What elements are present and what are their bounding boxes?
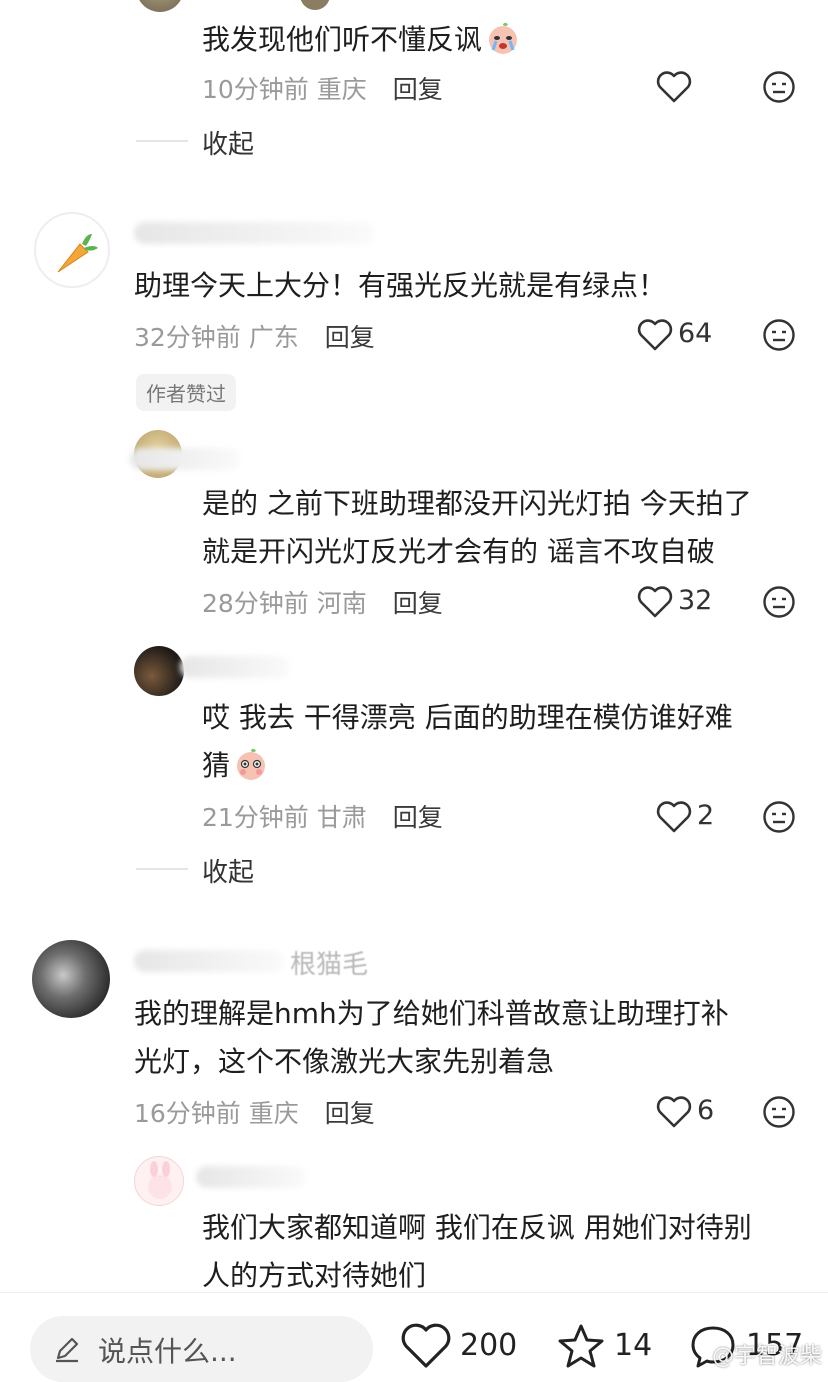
comment-meta: 16分钟前 重庆 回复 xyxy=(134,1094,375,1130)
comment-text: 是的 之前下班助理都没开闪光灯拍 今天拍了 xyxy=(202,487,752,520)
avatar[interactable] xyxy=(134,1156,184,1206)
avatar[interactable] xyxy=(134,646,184,696)
dislike-face-icon[interactable] xyxy=(762,70,796,104)
heart-icon[interactable] xyxy=(637,318,673,352)
comment-text: 助理今天上大分！有强光反光就是有绿点！ xyxy=(134,269,667,302)
like-count: 64 xyxy=(678,318,713,349)
bunny-icon xyxy=(148,1161,172,1199)
heart-icon[interactable] xyxy=(656,800,692,834)
comment-time: 32分钟前 xyxy=(134,323,241,352)
shy-emoji-icon xyxy=(237,748,266,780)
like-heart-icon[interactable] xyxy=(400,1322,452,1370)
username-blurred[interactable] xyxy=(180,656,290,678)
collapse-divider xyxy=(136,868,188,870)
collapse-button[interactable]: 收起 xyxy=(202,124,254,161)
comment-text: 我发现他们听不懂反讽 xyxy=(202,16,520,64)
comment-text: 我们大家都知道啊 我们在反讽 用她们对待别 xyxy=(202,1211,752,1244)
comment-text: 就是开闪光灯反光才会有的 谣言不攻自破 xyxy=(202,535,715,568)
dislike-face-icon[interactable] xyxy=(762,800,796,834)
comment-meta: 21分钟前 甘肃 回复 xyxy=(202,798,443,834)
username-blurred[interactable] xyxy=(130,448,240,470)
comment-time: 16分钟前 xyxy=(134,1099,241,1128)
reply-button[interactable]: 回复 xyxy=(393,589,443,618)
crying-emoji-icon xyxy=(489,22,518,54)
like-count: 6 xyxy=(697,1095,715,1126)
heart-icon[interactable] xyxy=(656,1095,692,1129)
author-liked-badge: 作者赞过 xyxy=(136,374,236,411)
avatar[interactable] xyxy=(300,0,330,10)
reply-button[interactable]: 回复 xyxy=(325,323,375,352)
username-blurred[interactable] xyxy=(134,222,374,244)
username-blurred[interactable] xyxy=(196,1166,306,1188)
avatar[interactable] xyxy=(34,212,110,288)
pencil-icon xyxy=(56,1337,79,1363)
comment-meta: 28分钟前 河南 回复 xyxy=(202,584,443,620)
comment-location: 重庆 xyxy=(316,75,367,104)
comment-time: 21分钟前 xyxy=(202,803,309,832)
username-partial[interactable]: 根猫毛 xyxy=(290,944,368,981)
watermark: @宇智波柴 xyxy=(712,1344,823,1369)
star-icon[interactable] xyxy=(556,1322,606,1370)
comment-input[interactable]: 说点什么... xyxy=(30,1316,373,1382)
comment-location: 重庆 xyxy=(248,1099,299,1128)
post-like-count: 200 xyxy=(460,1328,518,1363)
comment-input-placeholder: 说点什么... xyxy=(98,1335,237,1368)
like-count: 32 xyxy=(678,585,713,616)
post-favorite-count: 14 xyxy=(614,1328,653,1363)
reply-button[interactable]: 回复 xyxy=(325,1099,375,1128)
collapse-button[interactable]: 收起 xyxy=(202,852,254,889)
comment-location: 广东 xyxy=(248,323,299,352)
dislike-face-icon[interactable] xyxy=(762,585,796,619)
comment-meta: 32分钟前 广东 回复 xyxy=(134,318,375,354)
comment-time: 28分钟前 xyxy=(202,589,309,618)
comment-location: 河南 xyxy=(316,589,367,618)
avatar[interactable] xyxy=(32,940,110,1018)
avatar[interactable] xyxy=(136,0,184,12)
heart-icon[interactable] xyxy=(656,70,692,104)
comment-time: 10分钟前 xyxy=(202,75,309,104)
comment-meta: 10分钟前 重庆 回复 xyxy=(202,70,443,106)
comment-text: 猜 xyxy=(202,742,268,790)
reply-button[interactable]: 回复 xyxy=(393,803,443,832)
like-count: 2 xyxy=(697,800,715,831)
heart-icon[interactable] xyxy=(637,585,673,619)
carrot-icon xyxy=(57,234,98,273)
dislike-face-icon[interactable] xyxy=(762,1095,796,1129)
comment-text: 光灯，这个不像激光大家先别着急 xyxy=(134,1045,555,1078)
collapse-divider xyxy=(136,140,188,142)
username-blurred[interactable] xyxy=(134,950,284,972)
comment-location: 甘肃 xyxy=(316,803,367,832)
dislike-face-icon[interactable] xyxy=(762,318,796,352)
comment-text: 我的理解是hmh为了给她们科普故意让助理打补 xyxy=(134,997,729,1030)
comment-text: 哎 我去 干得漂亮 后面的助理在模仿谁好难 xyxy=(202,701,733,734)
reply-button[interactable]: 回复 xyxy=(393,75,443,104)
